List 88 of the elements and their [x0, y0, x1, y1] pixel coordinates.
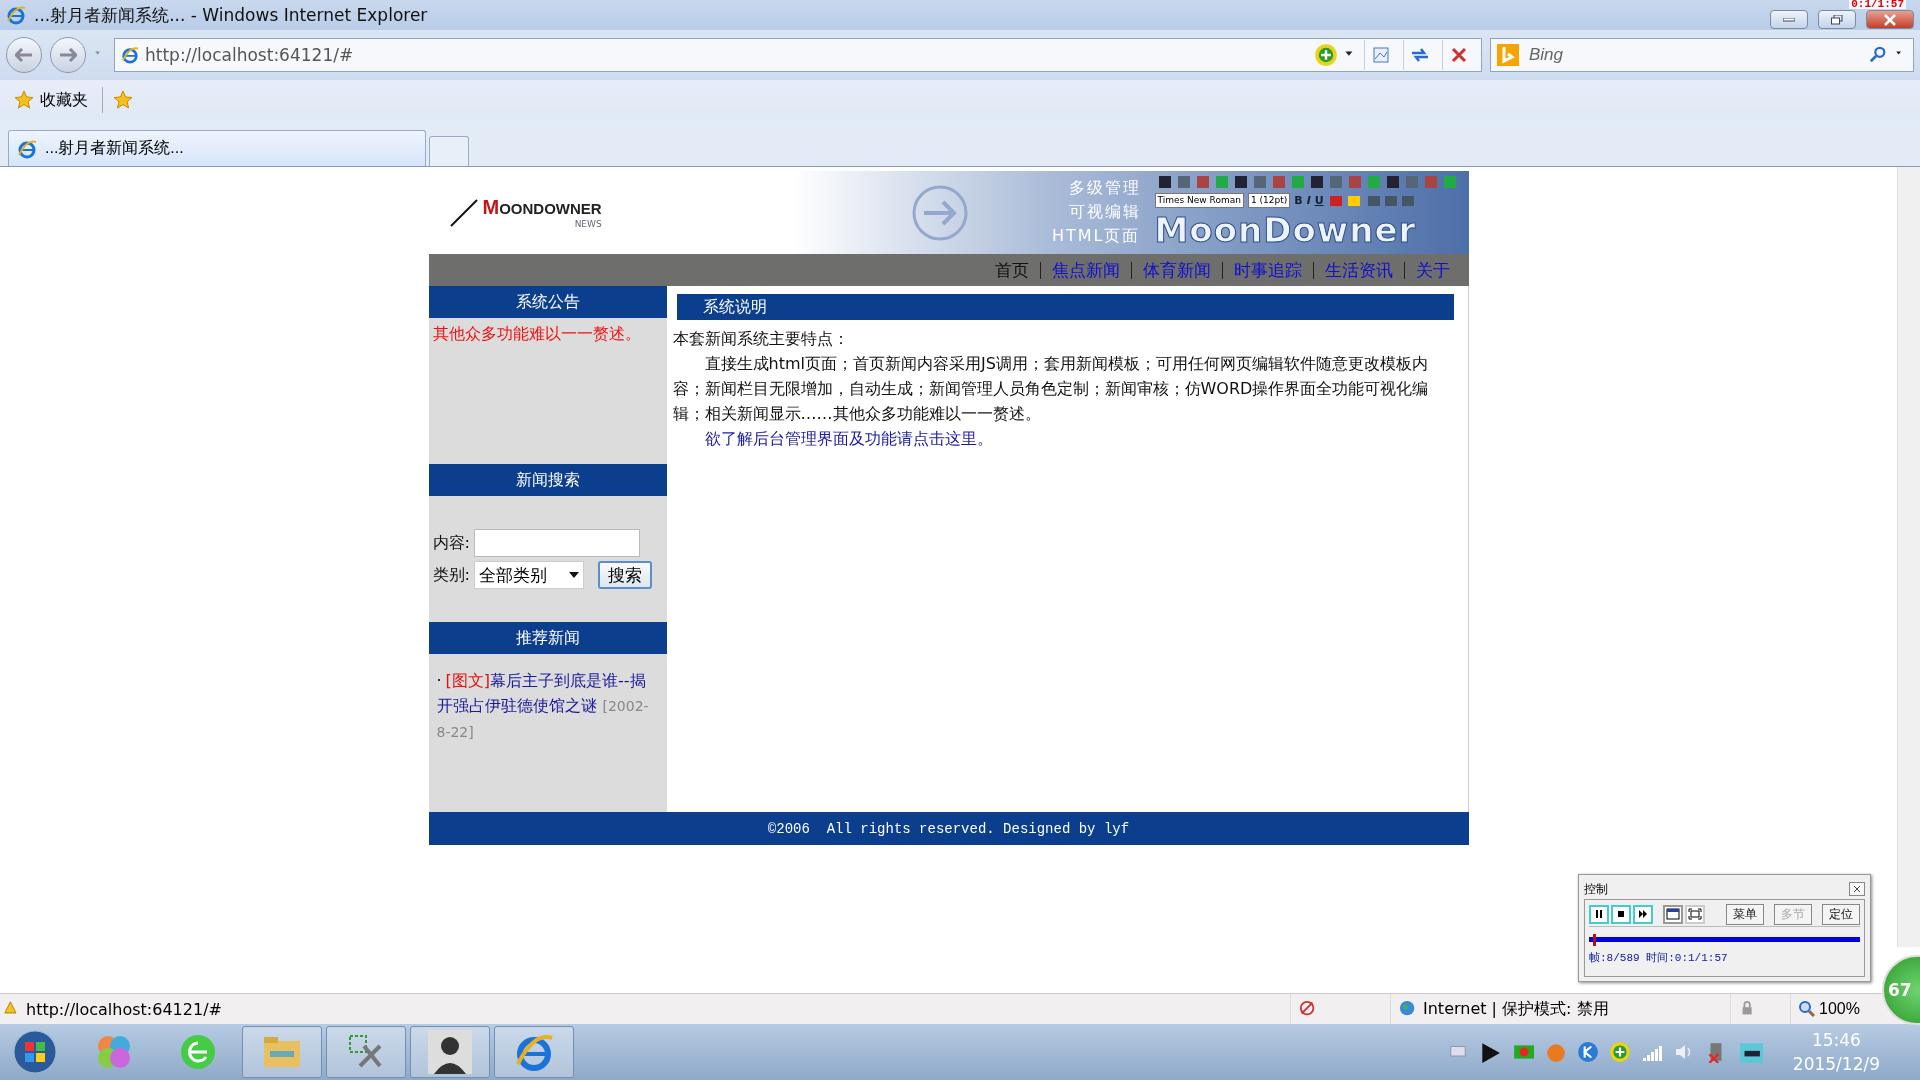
- fullscreen-button[interactable]: [1685, 904, 1705, 924]
- section-header: 系统公告: [428, 286, 667, 318]
- eye-blocked-icon: [1299, 1000, 1317, 1018]
- globe-icon: [1399, 1000, 1417, 1018]
- k-icon[interactable]: [1576, 1041, 1599, 1063]
- fit-width-button[interactable]: [1663, 904, 1683, 924]
- swoosh-icon: [448, 197, 479, 228]
- stop-icon: [1616, 909, 1626, 919]
- right-arrow-icon: [59, 48, 77, 62]
- person-icon: [428, 1030, 472, 1074]
- warning-icon: [4, 1001, 20, 1017]
- minimize-icon: [1783, 17, 1795, 22]
- favorites-button[interactable]: 收藏夹: [10, 87, 92, 113]
- playback-info: 帧:8/589 时间:0:1/1:57: [1589, 951, 1729, 965]
- stop-button[interactable]: [1611, 904, 1631, 924]
- panel-title: 控制: [1584, 880, 1608, 898]
- plus-icon[interactable]: [1314, 43, 1338, 67]
- restore-icon: [1831, 14, 1843, 25]
- feature-label: HTML页面: [1051, 226, 1141, 247]
- window-icon: [1666, 908, 1680, 920]
- explorer-button[interactable]: [242, 1026, 322, 1078]
- fullscreen-icon: [1688, 908, 1702, 920]
- left-arrow-icon: [15, 48, 33, 62]
- fast-forward-icon: [1638, 909, 1648, 919]
- folder-icon: [262, 1035, 302, 1069]
- page-icon: [121, 46, 139, 64]
- intro-text: 本套新闻系统主要特点：: [672, 328, 850, 350]
- close-button[interactable]: [1866, 10, 1914, 29]
- star-icon: [14, 90, 34, 110]
- section-header: 新闻搜索: [428, 464, 667, 496]
- address-field[interactable]: http://localhost:64121/#: [114, 38, 1482, 72]
- admin-link[interactable]: 欲了解后台管理界面及功能请点击这里。: [704, 429, 993, 448]
- field-label: 内容:: [432, 532, 470, 554]
- forward-button[interactable]: [50, 37, 86, 73]
- feature-label: 可视编辑: [1068, 202, 1141, 223]
- site-logo: MOONDOWNER: [482, 196, 602, 219]
- player-button[interactable]: 定位: [1822, 903, 1860, 925]
- description-text: 直接生成html页面；首页新闻内容采用JS调用；套用新闻模板；可用任何网页编辑软件随意更改模板内容；新闻栏目无限增加，自动生成；新闻管理人员角色定制；新闻审核；仿WORD操作界面全功能可视化编辑；相关新闻显示……其他众多功能难以一一赘述。: [672, 353, 1430, 425]
- plus-icon[interactable]: [1608, 1041, 1631, 1063]
- field-label: 类别:: [432, 564, 470, 586]
- bing-icon: [1497, 44, 1519, 66]
- logo-subtitle: NEWS: [574, 219, 602, 229]
- e-letter-icon: [179, 1033, 217, 1071]
- back-button[interactable]: [6, 37, 42, 73]
- recorder-timer: 0:1/1:57: [1849, 0, 1906, 9]
- ie-icon: [6, 5, 26, 25]
- format-letter: B: [1294, 194, 1303, 207]
- ie-icon: [17, 138, 37, 159]
- dropdown-arrow-icon: [568, 571, 579, 579]
- format-letter: U: [1314, 194, 1324, 207]
- close-button[interactable]: [1849, 882, 1865, 896]
- restore-button[interactable]: [1818, 10, 1856, 29]
- minimize-button[interactable]: [1770, 10, 1808, 29]
- notice-text: 其他众多功能难以一一赘述。: [432, 324, 642, 345]
- fast-forward-button[interactable]: [1633, 904, 1653, 924]
- security-zone: Internet | 保护模式: 禁用: [1423, 998, 1609, 1020]
- scrollbar[interactable]: [1897, 167, 1920, 947]
- zoom-button[interactable]: 100%: [1799, 1000, 1860, 1018]
- section-header: 推荐新闻: [428, 622, 667, 654]
- section-header: 系统说明: [676, 294, 1454, 320]
- arrow-circle-icon: [911, 184, 968, 241]
- browser-tab[interactable]: ...射月者新闻系统...: [8, 130, 426, 166]
- search-button[interactable]: 搜索: [597, 561, 652, 589]
- search-bar[interactable]: Bing: [1490, 38, 1914, 72]
- ie-icon: [514, 1032, 554, 1072]
- format-letter: I: [1306, 194, 1311, 207]
- windows-orb-icon: [12, 1029, 58, 1075]
- category-select[interactable]: 全部类别: [473, 561, 584, 589]
- content-input[interactable]: [473, 529, 640, 557]
- add-favorite-icon: [113, 90, 133, 110]
- seek-thumb[interactable]: [1592, 934, 1596, 946]
- pause-icon: [1594, 909, 1604, 919]
- player-button[interactable]: 菜单: [1726, 903, 1764, 925]
- close-icon: [1884, 13, 1896, 26]
- new-tab-button[interactable]: [429, 136, 469, 166]
- banner-wordmark: MoonDowner: [1154, 212, 1418, 248]
- window-title: ...射月者新闻系统... - Windows Internet Explorer: [34, 3, 429, 27]
- nav-link[interactable]: 首页: [983, 261, 1040, 279]
- photo-app-button[interactable]: [410, 1026, 490, 1078]
- feature-label: 多级管理: [1068, 178, 1141, 199]
- magnifier-icon: [1799, 1001, 1815, 1017]
- close-icon: [1853, 885, 1861, 893]
- page-footer: ©2006 All rights reserved. Designed by lyf: [428, 812, 1469, 845]
- status-url: http://localhost:64121/#: [26, 999, 222, 1019]
- search-field[interactable]: Bing: [1527, 44, 1861, 66]
- pause-button[interactable]: [1589, 904, 1609, 924]
- news-item[interactable]: · [图文]幕后主子到底是谁--揭开强占伊驻德使馆之谜 [2002-8-22]: [436, 668, 659, 745]
- search-icon[interactable]: [1869, 46, 1887, 64]
